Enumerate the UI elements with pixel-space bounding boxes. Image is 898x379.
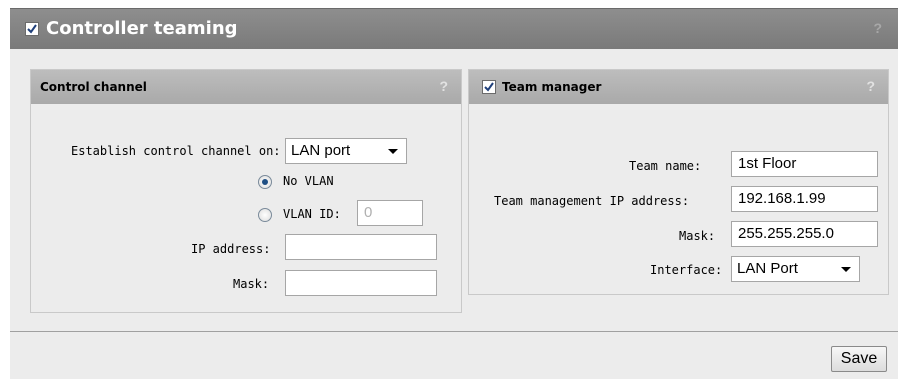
interface-value: LAN Port [737,260,798,277]
vlan-id-placeholder: 0 [364,204,373,221]
control-channel-title: Control channel [40,80,147,94]
mask-label: Mask: [233,277,270,291]
checkmark-icon [27,24,37,34]
help-icon[interactable]: ? [873,20,882,36]
footer-bar: Save [10,331,898,379]
top-spacer [0,0,898,8]
control-channel-header: Control channel ? [31,70,461,104]
ip-address-label: IP address: [191,242,271,256]
team-mgmt-ip-input[interactable]: 192.168.1.99 [731,186,878,212]
page-title: Controller teaming [46,18,238,39]
team-mask-value: 255.255.255.0 [738,225,834,242]
establish-channel-select[interactable]: LAN port [285,138,407,164]
team-mask-input[interactable]: 255.255.255.0 [731,221,878,247]
no-vlan-radio[interactable] [258,175,272,189]
team-name-input[interactable]: 1st Floor [731,151,878,177]
save-button[interactable]: Save [831,346,887,372]
team-manager-checkbox[interactable] [482,80,496,94]
control-channel-panel: Control channel ? Establish control chan… [30,69,462,313]
interface-select[interactable]: LAN Port [731,256,860,282]
main-content: Control channel ? Establish control chan… [10,49,898,331]
checkmark-icon [484,82,494,92]
team-mgmt-ip-value: 192.168.1.99 [738,190,826,207]
control-channel-help-icon[interactable]: ? [439,78,448,94]
vlan-id-radio[interactable] [258,208,272,222]
chevron-down-icon [841,267,851,272]
team-manager-title: Team manager [502,80,602,94]
team-mask-label: Mask: [679,229,716,243]
page-header: Controller teaming ? [10,8,898,49]
chevron-down-icon [388,149,398,154]
team-manager-header: Team manager ? [469,70,888,104]
no-vlan-label: No VLAN [283,174,334,188]
team-name-value: 1st Floor [738,155,797,172]
team-manager-help-icon[interactable]: ? [866,78,875,94]
mask-input[interactable] [285,270,437,296]
team-name-label: Team name: [629,159,702,173]
establish-channel-value: LAN port [291,142,351,159]
interface-label: Interface: [650,263,723,277]
ip-address-input[interactable] [285,234,437,260]
establish-channel-label: Establish control channel on: [71,144,281,158]
team-mgmt-ip-label: Team management IP address: [494,194,690,208]
controller-teaming-checkbox[interactable] [25,22,39,36]
team-manager-panel: Team manager ? Team name: 1st Floor Team… [468,69,889,295]
vlan-id-label: VLAN ID: [283,207,341,221]
vlan-id-input[interactable]: 0 [357,200,423,226]
